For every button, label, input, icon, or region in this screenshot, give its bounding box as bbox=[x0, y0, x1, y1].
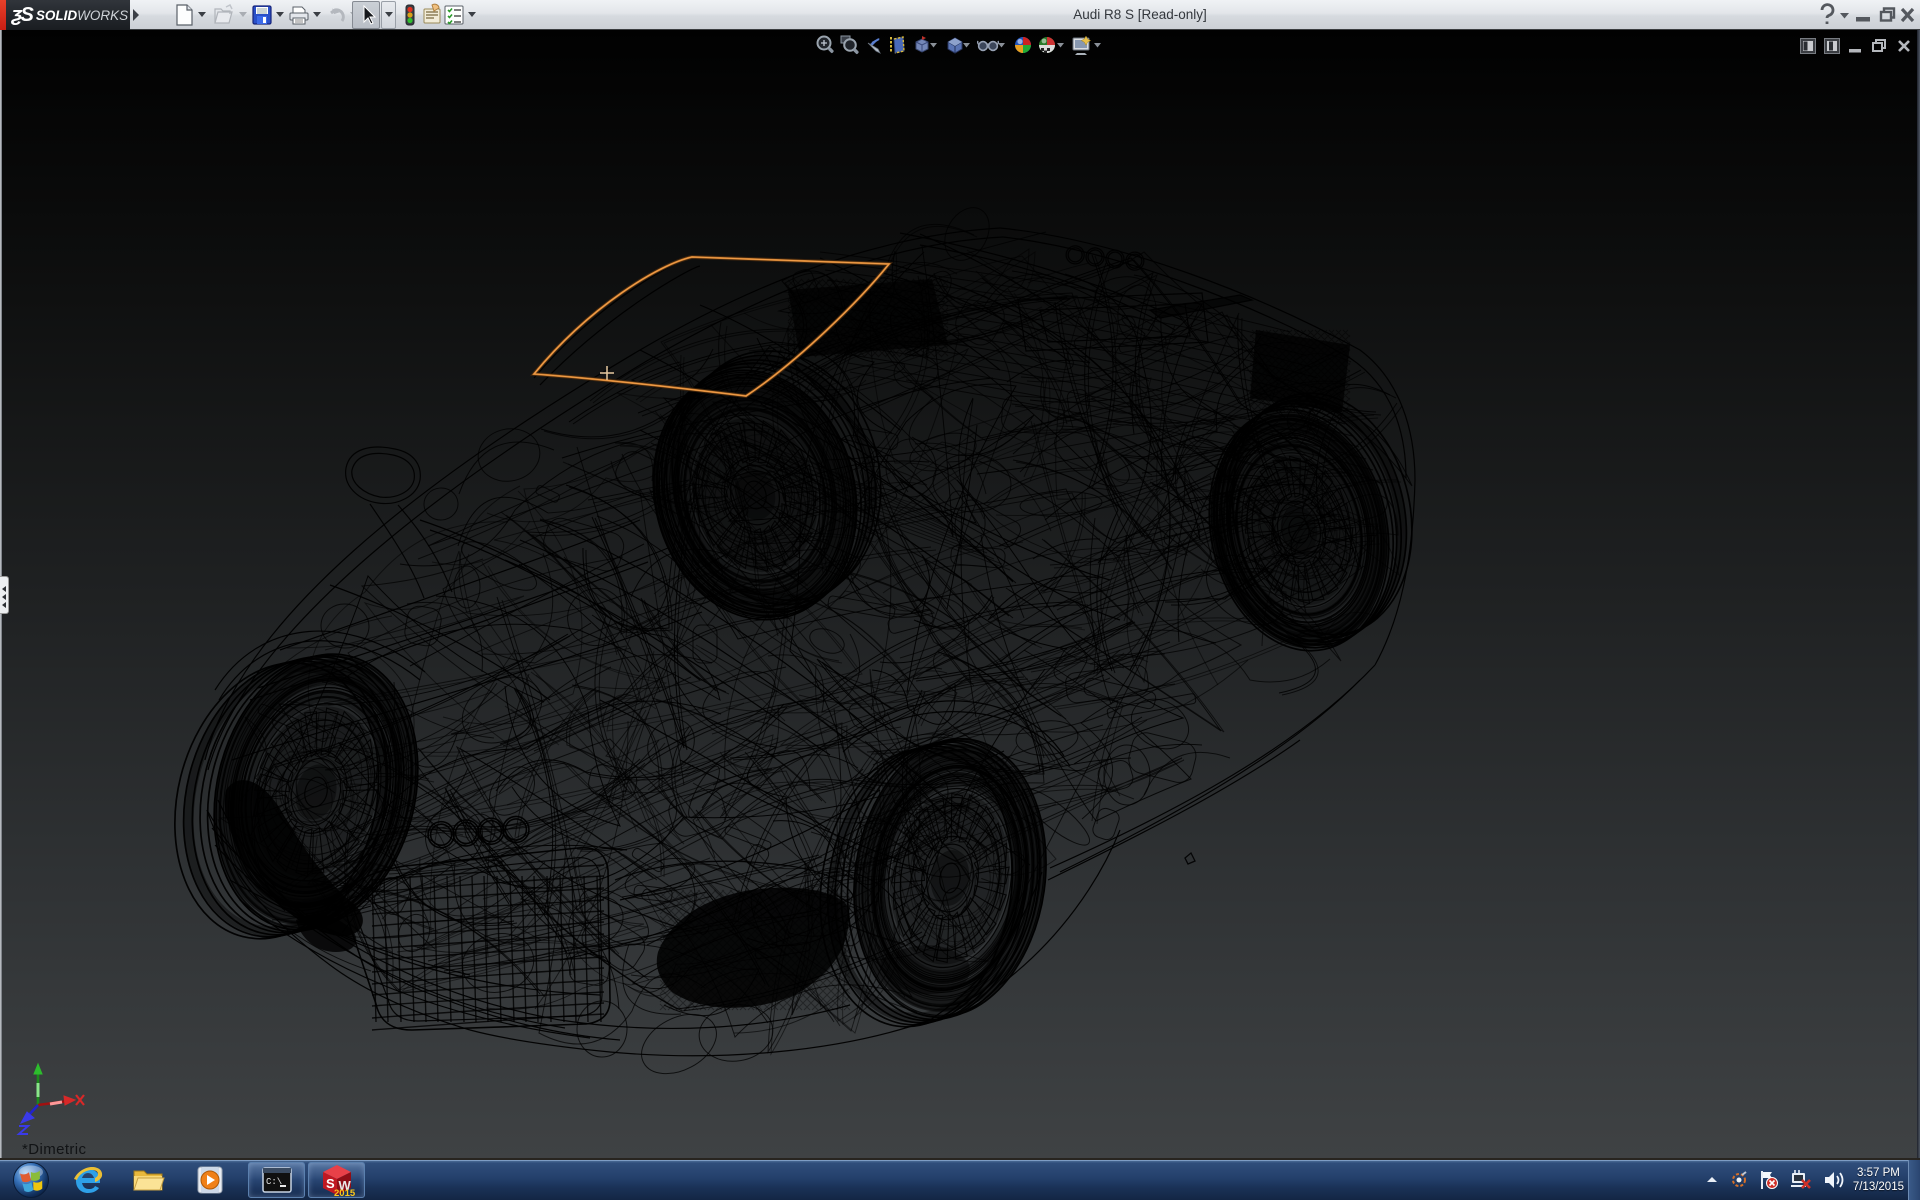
svg-text:C:\: C:\ bbox=[266, 1177, 282, 1187]
svg-text:2015: 2015 bbox=[334, 1188, 355, 1198]
